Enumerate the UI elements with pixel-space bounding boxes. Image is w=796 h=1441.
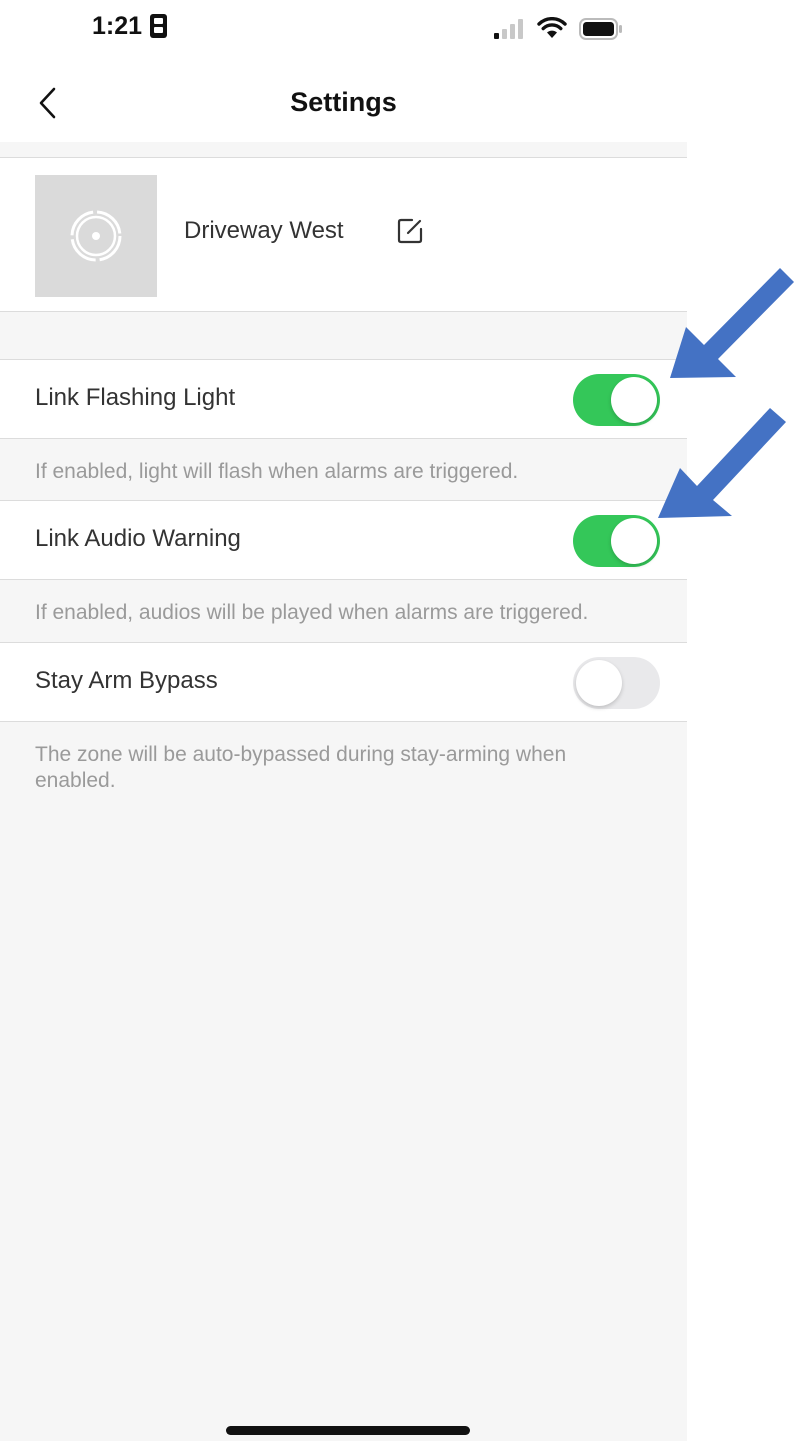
setting-hint: If enabled, audios will be played when a… [35,601,589,624]
edit-icon[interactable] [396,217,424,250]
stay-arm-bypass-toggle[interactable] [573,657,660,709]
status-bar: 1:21 [0,0,687,60]
link-flashing-light-toggle[interactable] [573,374,660,426]
setting-row-stay-arm-bypass: Stay Arm Bypass [0,642,687,722]
setting-hint: If enabled, light will flash when alarms… [35,460,519,483]
toggle-knob [611,377,657,423]
battery-icon [579,18,623,45]
navigation-bar: Settings [0,60,687,142]
annotation-arrow-icon [670,268,794,378]
setting-label: Link Audio Warning [35,525,241,552]
cellular-signal-icon [494,19,526,44]
wifi-icon [537,17,567,44]
home-indicator [226,1426,470,1435]
setting-label: Link Flashing Light [35,384,236,411]
settings-screen: 1:21 Settings Driveway West Link Flashin… [0,0,687,1441]
sim-card-icon [150,14,167,43]
setting-row-link-flashing-light: Link Flashing Light [0,359,687,439]
setting-label: Stay Arm Bypass [35,667,218,694]
link-audio-warning-toggle[interactable] [573,515,660,567]
annotation-arrow-icon [658,408,786,518]
page-title: Settings [290,87,397,117]
toggle-knob [576,660,622,706]
setting-row-link-audio-warning: Link Audio Warning [0,500,687,580]
device-name: Driveway West [184,217,344,244]
setting-hint: The zone will be auto-bypassed during st… [35,743,567,792]
toggle-knob [611,518,657,564]
device-card: Driveway West [0,157,687,312]
status-time: 1:21 [92,12,143,40]
camera-lens-icon [70,210,122,262]
device-thumbnail [35,175,157,297]
